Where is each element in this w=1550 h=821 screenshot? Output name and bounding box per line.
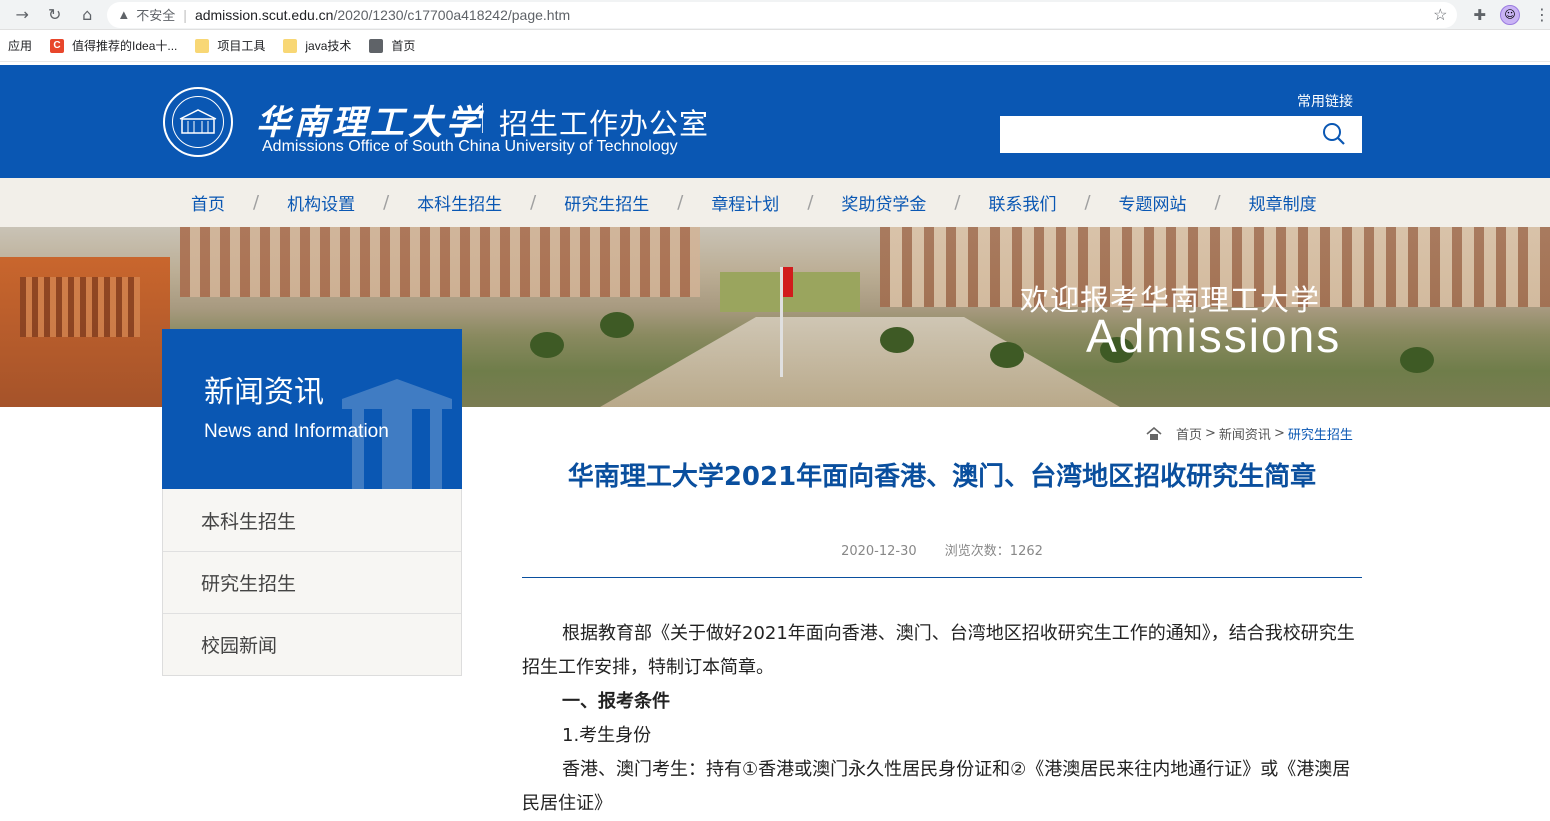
sidebar-item-undergraduate[interactable]: 本科生招生 [163,489,461,551]
article-heading: 一、报考条件 [562,691,670,712]
article-views: 浏览次数：1262 [944,544,1043,559]
csdn-icon: C [50,38,65,53]
nav-undergraduate[interactable]: 本科生招生 [389,190,530,215]
nav-home[interactable]: 首页 [163,190,253,215]
folder-icon [195,38,210,53]
breadcrumb-current[interactable]: 研究生招生 [1288,424,1353,443]
banner-building [180,227,700,297]
main-nav: 首页 / 机构设置 / 本科生招生 / 研究生招生 / 章程计划 / 奖助贷学金 / 联系我… [0,178,1550,227]
sidebar-title-cn: 新闻资讯 [204,375,324,410]
address-bar[interactable]: ▲ 不安全 | admission.scut.edu.cn/2020/1230/… [107,1,1458,28]
office-name: 招生工作办公室 [499,107,710,141]
sidebar-title-en: News and Information [204,421,389,442]
banner-tree [600,312,634,338]
bookmark-home[interactable]: 首页 [369,37,415,54]
globe-icon [369,38,384,53]
nav-financial-aid[interactable]: 奖助贷学金 [813,190,954,215]
article-title: 华南理工大学2021年面向香港、澳门、台湾地区招收研究生简章 [567,462,1317,492]
nav-topics[interactable]: 专题网站 [1091,190,1215,215]
omnibox-divider: | [183,6,187,23]
bookmark-java[interactable]: java技术 [283,37,351,54]
folder-icon [283,38,298,53]
home-icon [1146,426,1162,440]
breadcrumb-home[interactable]: 首页 [1176,424,1202,443]
nav-regulations[interactable]: 规章制度 [1221,190,1345,215]
sidebar-item-campus-news[interactable]: 校园新闻 [163,613,461,675]
profile-avatar[interactable]: ☺ [1499,4,1520,25]
quick-links-link[interactable]: 常用链接 [1297,91,1353,111]
bookmarks-bar: 应用 C 值得推荐的Idea十... 项目工具 java技术 首页 [0,30,1550,62]
banner-tree [990,342,1024,368]
university-name-cn: 华南理工大学 [256,103,484,143]
sidebar-title-panel: 新闻资讯 News and Information [162,329,462,489]
url-path: /2020/1230/c17700a418242/page.htm [333,6,571,23]
article-meta: 2020-12-30 浏览次数：1262 [522,540,1362,559]
bookmark-tools[interactable]: 项目工具 [195,37,265,54]
nav-organization[interactable]: 机构设置 [259,190,383,215]
menu-icon[interactable]: ⋮ [1534,5,1550,24]
breadcrumb: 首页 > 新闻资讯 > 研究生招生 [1146,424,1353,443]
sidebar-item-graduate[interactable]: 研究生招生 [163,551,461,613]
breadcrumb-separator: > [1205,426,1216,441]
title-divider [522,577,1362,578]
university-seal-logo[interactable] [163,87,233,157]
reload-icon[interactable]: ↻ [42,2,66,28]
bookmark-star-icon[interactable]: ☆ [1433,5,1447,25]
home-icon[interactable]: ⌂ [75,2,99,28]
warning-icon: ▲ [117,7,131,22]
nav-graduate[interactable]: 研究生招生 [536,190,677,215]
breadcrumb-section[interactable]: 新闻资讯 [1219,424,1271,443]
bookmark-idea[interactable]: C 值得推荐的Idea十... [50,37,177,54]
red-flag [783,267,793,297]
welcome-text-en: Admissions [1086,310,1342,362]
sidebar-menu: 本科生招生 研究生招生 校园新闻 [162,489,462,676]
logo-divider [482,103,483,133]
nav-contact[interactable]: 联系我们 [960,190,1084,215]
breadcrumb-separator: > [1273,426,1285,441]
insecure-label: 不安全 [136,8,176,23]
search-input[interactable] [1000,116,1310,153]
search-icon[interactable] [1322,122,1346,146]
site-header: 华南理工大学 招生工作办公室 Admissions Office of Sout… [0,65,1550,178]
banner-tree [1400,347,1434,373]
seal-inner [172,96,224,148]
browser-toolbar: → ↻ ⌂ ▲ 不安全 | admission.scut.edu.cn/2020… [0,0,1550,30]
bookmark-apps[interactable]: 应用 [8,37,32,54]
banner-building [0,257,170,407]
extensions-icon[interactable]: ✚ [1473,6,1486,24]
article-paragraph: 香港、澳门考生：持有①香港或澳门永久性居民身份证和②《港澳居民来往内地通行证》或… [522,759,1351,814]
banner-tree [530,332,564,358]
article-date: 2020-12-30 [841,544,917,559]
banner-plaza [600,317,1120,407]
back-arrow-icon[interactable]: → [10,2,34,28]
article-paragraph: 根据教育部《关于做好2021年面向香港、澳门、台湾地区招收研究生工作的通知》，结… [522,623,1355,678]
banner-tree [880,327,914,353]
nav-plans[interactable]: 章程计划 [683,190,807,215]
university-name-en: Admissions Office of South China Univers… [262,138,678,155]
article-subheading: 1.考生身份 [562,725,652,746]
article-body: 根据教育部《关于做好2021年面向香港、澳门、台湾地区招收研究生工作的通知》，结… [522,617,1362,821]
url-host: admission.scut.edu.cn [194,6,334,23]
seal-building-icon [179,109,217,134]
search-box [1000,116,1362,153]
